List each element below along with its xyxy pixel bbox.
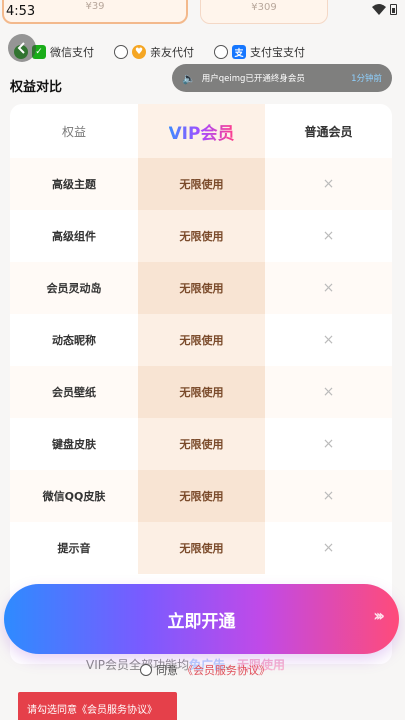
open-vip-button[interactable]: 立即开通 ››› bbox=[4, 584, 399, 654]
agree-checkbox[interactable] bbox=[140, 664, 152, 676]
back-button[interactable] bbox=[8, 34, 36, 62]
agreement-link[interactable]: 《会员服务协议》 bbox=[182, 662, 270, 678]
price-card-amount: ¥309 bbox=[251, 2, 277, 13]
pay-option-alipay[interactable]: 支 支付宝支付 bbox=[214, 44, 305, 60]
normal-value: × bbox=[322, 280, 335, 296]
pay-label-alipay: 支付宝支付 bbox=[250, 46, 305, 59]
agree-prefix: 同意 bbox=[156, 664, 178, 677]
vip-title: VIP会员 bbox=[169, 119, 235, 144]
back-icon bbox=[17, 42, 25, 54]
benefit-name: 会员壁纸 bbox=[52, 386, 96, 399]
table-row: 提示音 无限使用 × bbox=[10, 522, 392, 574]
table-row: 会员灵动岛 无限使用 × bbox=[10, 262, 392, 314]
header-vip: VIP会员 bbox=[138, 104, 265, 158]
vip-value: 无限使用 bbox=[138, 470, 265, 522]
vip-value: 无限使用 bbox=[138, 366, 265, 418]
vip-value: 无限使用 bbox=[138, 262, 265, 314]
agreement-row: 同意 《会员服务协议》 bbox=[140, 662, 270, 678]
table-row: 动态昵称 无限使用 × bbox=[10, 314, 392, 366]
normal-value: × bbox=[322, 176, 335, 192]
header-benefit: 权益 bbox=[61, 124, 86, 139]
benefit-name: 微信QQ皮肤 bbox=[42, 490, 106, 503]
error-toast: 请勾选同意《会员服务协议》 bbox=[18, 692, 177, 720]
table-row: 键盘皮肤 无限使用 × bbox=[10, 418, 392, 470]
normal-value: × bbox=[322, 384, 335, 400]
header-normal: 普通会员 bbox=[304, 124, 353, 139]
benefit-name: 高级主题 bbox=[52, 178, 96, 191]
notice-text: 用户qeimg已开通终身会员 bbox=[201, 74, 305, 84]
notice-time: 1分钟前 bbox=[351, 74, 382, 84]
payment-methods: ✓ 微信支付 ♥ 亲友代付 支 支付宝支付 bbox=[14, 44, 325, 60]
battery-icon bbox=[390, 4, 397, 15]
table-header: 权益 VIP会员 普通会员 bbox=[10, 104, 392, 158]
benefit-name: 会员灵动岛 bbox=[46, 282, 102, 295]
normal-value: × bbox=[322, 228, 335, 244]
price-card[interactable]: ¥309 bbox=[200, 0, 328, 24]
open-vip-label: 立即开通 bbox=[167, 611, 236, 632]
benefits-table: 权益 VIP会员 普通会员 高级主题 无限使用 × 高级组件 无限使用 × 会员… bbox=[10, 104, 392, 664]
vip-value: 无限使用 bbox=[138, 210, 265, 262]
benefit-name: 动态昵称 bbox=[52, 334, 96, 347]
alipay-icon: 支 bbox=[232, 45, 246, 59]
status-icons bbox=[372, 4, 397, 15]
purchase-notice: 🔈 用户qeimg已开通终身会员 1分钟前 bbox=[172, 64, 392, 92]
table-row: 高级主题 无限使用 × bbox=[10, 158, 392, 210]
vip-value: 无限使用 bbox=[138, 158, 265, 210]
vip-value: 无限使用 bbox=[138, 314, 265, 366]
radio-friend[interactable] bbox=[114, 45, 128, 59]
pay-label-friend: 亲友代付 bbox=[150, 46, 194, 59]
friend-pay-icon: ♥ bbox=[132, 45, 146, 59]
radio-alipay[interactable] bbox=[214, 45, 228, 59]
table-row: 微信QQ皮肤 无限使用 × bbox=[10, 470, 392, 522]
arrows-icon: ››› bbox=[373, 606, 385, 625]
benefit-name: 高级组件 bbox=[52, 230, 96, 243]
normal-value: × bbox=[322, 488, 335, 504]
normal-value: × bbox=[322, 332, 335, 348]
wifi-icon bbox=[372, 4, 386, 15]
pay-option-friend[interactable]: ♥ 亲友代付 bbox=[114, 44, 194, 60]
normal-value: × bbox=[322, 436, 335, 452]
status-time: 4:53 bbox=[6, 4, 36, 19]
table-row: 高级组件 无限使用 × bbox=[10, 210, 392, 262]
section-title: 权益对比 bbox=[10, 80, 63, 95]
benefit-name: 提示音 bbox=[57, 542, 91, 555]
speaker-icon: 🔈 bbox=[182, 71, 196, 85]
benefit-name: 键盘皮肤 bbox=[52, 438, 96, 451]
normal-value: × bbox=[322, 540, 335, 556]
vip-value: 无限使用 bbox=[138, 418, 265, 470]
pay-label-wechat: 微信支付 bbox=[50, 46, 94, 59]
vip-value: 无限使用 bbox=[138, 522, 265, 574]
table-row: 会员壁纸 无限使用 × bbox=[10, 366, 392, 418]
